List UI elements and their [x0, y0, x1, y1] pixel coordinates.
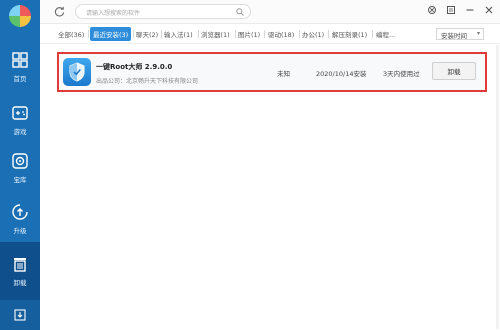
sidebar-item-label: 首页: [13, 75, 27, 83]
tab-programming[interactable]: 编程...: [376, 29, 395, 39]
tab-browser[interactable]: 浏览器(1): [201, 29, 230, 39]
app-icon: [63, 58, 91, 86]
app-size: 未知: [277, 70, 290, 78]
category-tabs: 全部(36) 最近安装(3) 聊天(2) 输入法(1) 浏览器(1) 图片(1)…: [40, 24, 500, 44]
uninstall-button[interactable]: 卸载: [432, 62, 476, 80]
upgrade-icon: [12, 204, 28, 220]
app-row[interactable]: 一键Root大师 2.9.0.0 出品公司：北京畅升天下科技有限公司 未知 20…: [57, 52, 487, 92]
scrollbar[interactable]: [496, 45, 499, 329]
minimize-icon[interactable]: [465, 5, 475, 15]
trash-icon: [14, 258, 26, 272]
download-manager-button[interactable]: [0, 300, 40, 330]
app-publisher: 出品公司：北京畅升天下科技有限公司: [96, 78, 199, 85]
sidebar-item-label: 卸载: [13, 279, 27, 287]
tab-divider: [299, 30, 300, 38]
tab-archive-burning[interactable]: 解压刻录(1): [332, 29, 367, 39]
sidebar: 首页 游戏 宝库 升级 卸载: [0, 0, 40, 330]
sidebar-item-label: 游戏: [13, 128, 27, 136]
tab-office[interactable]: 办公(1): [302, 29, 324, 39]
install-date: 2020/10/14安装: [316, 70, 367, 78]
menu-icon[interactable]: [446, 5, 456, 15]
treasure-icon: [12, 153, 28, 169]
gamepad-icon: [12, 106, 28, 120]
settings-icon[interactable]: [427, 5, 437, 15]
search-input[interactable]: 请输入想搜索的软件: [86, 8, 140, 17]
tab-divider: [264, 30, 265, 38]
app-logo-icon: [9, 5, 31, 27]
tab-recent-installs[interactable]: 最近安装(3): [90, 27, 132, 41]
tab-divider: [235, 30, 236, 38]
tab-all[interactable]: 全部(36): [58, 29, 84, 39]
shield-icon: [69, 62, 85, 82]
home-icon: [12, 52, 28, 68]
sidebar-item-upgrade[interactable]: 升级: [0, 190, 40, 248]
sidebar-item-label: 宝库: [13, 176, 27, 184]
sidebar-item-treasure[interactable]: 宝库: [0, 139, 40, 197]
tab-divider: [198, 30, 199, 38]
search-icon[interactable]: [236, 8, 244, 16]
sidebar-item-home[interactable]: 首页: [0, 38, 40, 96]
sidebar-item-uninstall[interactable]: 卸载: [0, 242, 40, 300]
top-bar: 请输入想搜索的软件: [40, 0, 500, 24]
tab-divider: [328, 30, 329, 38]
usage-status: 3天内使用过: [383, 70, 420, 78]
search-box[interactable]: 请输入想搜索的软件: [75, 4, 251, 19]
tab-divider: [133, 30, 134, 38]
sort-label: 安装时间: [441, 32, 467, 40]
tab-images[interactable]: 图片(1): [238, 29, 260, 39]
window-controls: [427, 5, 494, 15]
tab-input-method[interactable]: 输入法(1): [164, 29, 193, 39]
tab-divider: [88, 30, 89, 38]
tab-divider: [161, 30, 162, 38]
tab-chat[interactable]: 聊天(2): [136, 29, 158, 39]
refresh-icon[interactable]: [54, 6, 65, 17]
sort-dropdown[interactable]: 安装时间 ▾: [436, 28, 484, 40]
sidebar-item-label: 升级: [13, 227, 27, 235]
app-name: 一键Root大师 2.9.0.0: [96, 63, 173, 71]
close-icon[interactable]: [484, 5, 494, 15]
app-list: 一键Root大师 2.9.0.0 出品公司：北京畅升天下科技有限公司 未知 20…: [40, 45, 500, 330]
tab-divider: [372, 30, 373, 38]
tab-drivers[interactable]: 驱动(18): [268, 29, 294, 39]
chevron-down-icon: ▾: [476, 30, 480, 37]
download-icon: [14, 309, 26, 321]
